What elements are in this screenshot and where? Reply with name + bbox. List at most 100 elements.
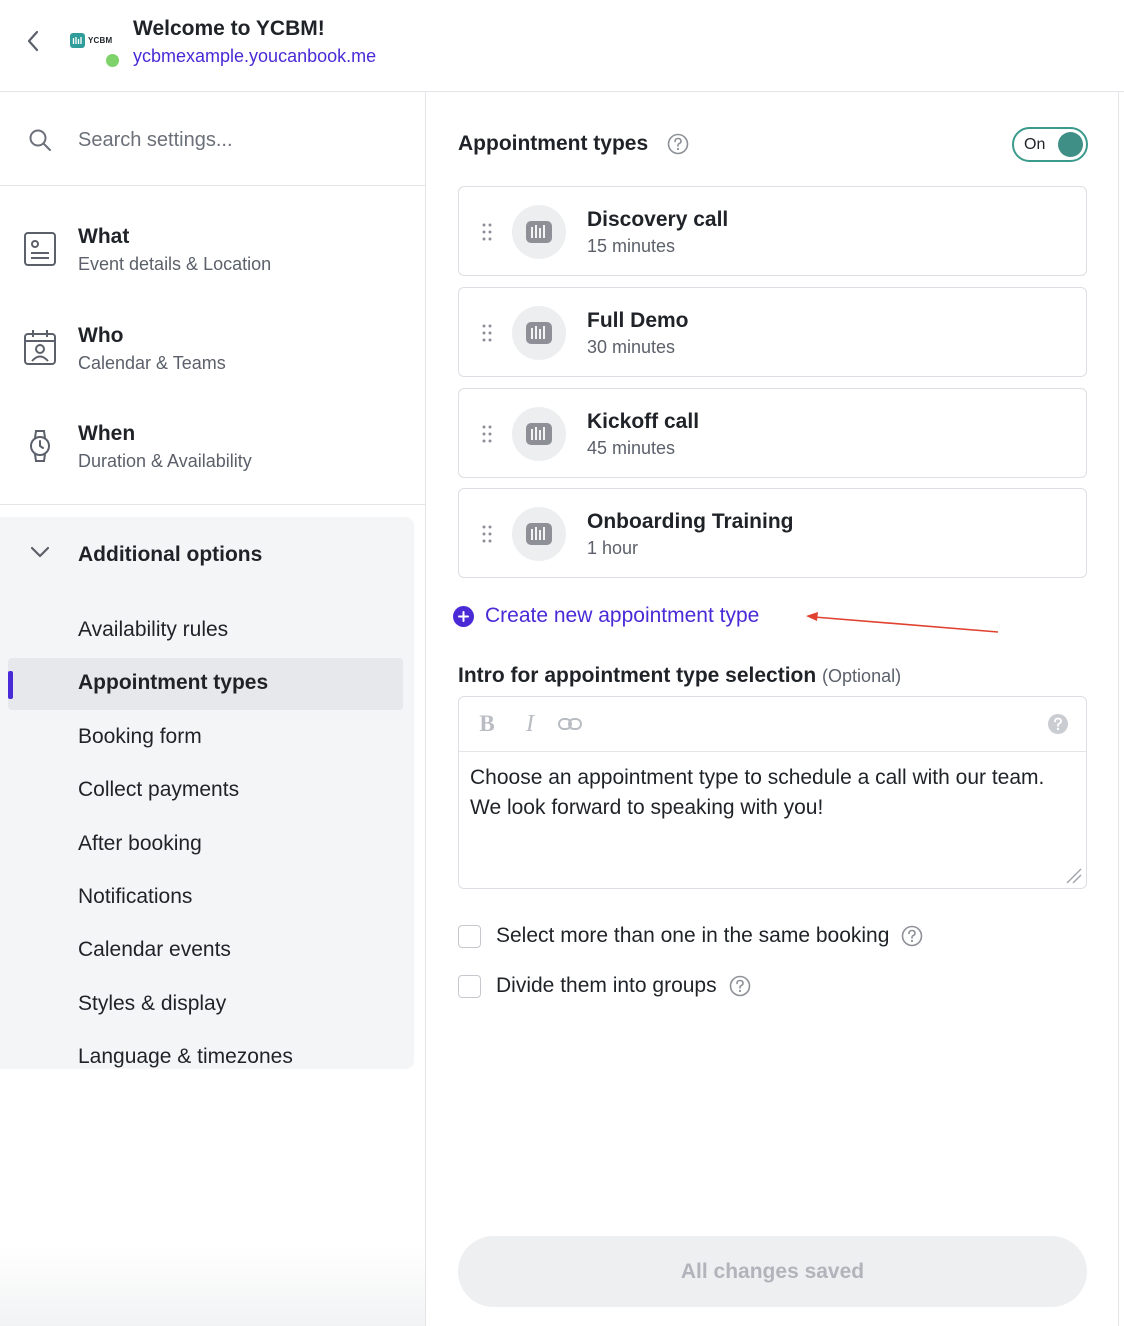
main-nav: What Event details & Location Who Calend…: [0, 187, 425, 505]
sidebar-item-language-timezones[interactable]: Language & timezones: [8, 1032, 403, 1084]
sidebar-item-styles-display[interactable]: Styles & display: [8, 979, 403, 1031]
appointment-types-settings: Appointment types On Discovery call 15 m…: [427, 92, 1124, 1326]
multi-select-label: Select more than one in the same booking: [496, 924, 890, 947]
nav-subtitle: Duration & Availability: [78, 451, 252, 471]
intro-text-area[interactable]: Choose an appointment type to schedule a…: [470, 763, 1070, 823]
search-bar: [0, 92, 425, 186]
help-icon[interactable]: [667, 133, 689, 155]
active-indicator: [8, 671, 13, 699]
ycbm-logo-icon: [526, 221, 552, 243]
logo-text: YCBM: [88, 36, 113, 45]
watch-icon: [30, 430, 50, 462]
sidebar-item-label: Styles & display: [78, 992, 227, 1015]
sidebar-bottom-fade: [0, 1246, 425, 1326]
additional-options-panel: Additional options Availability rules Ap…: [0, 517, 414, 1069]
page-title: Welcome to YCBM!: [133, 17, 325, 40]
appointment-duration: 30 minutes: [587, 337, 676, 357]
sidebar-item-label: Appointment types: [78, 671, 269, 694]
section-title: Appointment types: [458, 132, 649, 155]
nav-subtitle: Event details & Location: [78, 254, 272, 274]
toggle-label: On: [1024, 136, 1046, 153]
drag-handle-icon[interactable]: [481, 222, 493, 242]
nav-subtitle: Calendar & Teams: [78, 353, 226, 373]
intro-label-text: Intro for appointment type selection: [458, 664, 817, 687]
nav-item-what[interactable]: What Event details & Location: [0, 207, 425, 297]
sidebar-item-label: After booking: [78, 832, 202, 855]
appointment-avatar: [512, 205, 566, 259]
ycbm-logo-icon: [526, 523, 552, 545]
booking-page-link[interactable]: ycbmexample.youcanbook.me: [133, 46, 376, 67]
sidebar-item-calendar-events[interactable]: Calendar events: [8, 925, 403, 977]
multi-select-option[interactable]: Select more than one in the same booking: [458, 922, 923, 950]
link-icon: [558, 718, 582, 730]
drag-handle-icon[interactable]: [481, 424, 493, 444]
intro-label: Intro for appointment type selection (Op…: [458, 664, 901, 688]
italic-button[interactable]: I: [517, 711, 543, 737]
link-button[interactable]: [557, 711, 583, 737]
toggle-knob: [1058, 132, 1083, 157]
appointment-duration: 45 minutes: [587, 438, 676, 458]
create-link-label: Create new appointment type: [485, 604, 760, 627]
nav-title: When: [78, 422, 136, 445]
editor-help-button[interactable]: [1045, 711, 1071, 737]
multi-select-checkbox[interactable]: [458, 924, 481, 948]
ycbm-logo: YCBM: [70, 33, 112, 48]
appointment-duration: 1 hour: [587, 538, 639, 558]
optional-tag: (Optional): [822, 666, 902, 686]
nav-item-when[interactable]: When Duration & Availability: [0, 404, 425, 494]
form-icon: [24, 232, 56, 266]
nav-item-who[interactable]: Who Calendar & Teams: [0, 306, 425, 396]
calendar-person-icon: [24, 330, 56, 365]
sidebar-item-collect-payments[interactable]: Collect payments: [8, 765, 403, 817]
sidebar-item-booking-form[interactable]: Booking form: [8, 712, 403, 764]
search-icon: [29, 129, 51, 151]
divide-groups-checkbox[interactable]: [458, 974, 481, 998]
annotation-arrow-icon: [806, 612, 999, 633]
sidebar-item-appointment-types[interactable]: Appointment types: [8, 658, 403, 710]
logo-mark-icon: [70, 33, 85, 48]
plus-circle-icon: [453, 605, 474, 627]
appointment-avatar: [512, 507, 566, 561]
sidebar-item-label: Calendar events: [78, 938, 231, 961]
sidebar-item-after-booking[interactable]: After booking: [8, 819, 403, 871]
ycbm-logo-icon: [526, 423, 552, 445]
appointment-type-card[interactable]: Onboarding Training 1 hour: [458, 488, 1087, 578]
chevron-down-icon: [30, 546, 50, 558]
sidebar-item-availability-rules[interactable]: Availability rules: [8, 605, 403, 657]
right-panel-edge: [1118, 92, 1124, 1326]
save-status-button[interactable]: All changes saved: [458, 1236, 1087, 1307]
help-icon[interactable]: [729, 975, 751, 997]
resize-grip-icon[interactable]: [1064, 866, 1082, 884]
appointment-duration: 15 minutes: [587, 236, 676, 256]
help-icon: [1048, 714, 1068, 734]
sidebar-item-label: Language & timezones: [78, 1045, 293, 1068]
appointment-types-toggle[interactable]: On: [1012, 127, 1088, 162]
appointment-name: Onboarding Training: [587, 510, 794, 533]
drag-handle-icon[interactable]: [481, 524, 493, 544]
chevron-left-icon: [27, 30, 39, 52]
appointment-type-card[interactable]: Discovery call 15 minutes: [458, 186, 1087, 276]
create-appointment-type-button[interactable]: Create new appointment type: [453, 602, 759, 630]
additional-options-toggle[interactable]: Additional options: [0, 533, 414, 577]
appointment-type-card[interactable]: Kickoff call 45 minutes: [458, 388, 1087, 478]
sidebar-item-label: Availability rules: [78, 618, 229, 641]
drag-handle-icon[interactable]: [481, 323, 493, 343]
sidebar-item-notifications[interactable]: Notifications: [8, 872, 403, 924]
help-icon[interactable]: [901, 925, 923, 947]
editor-toolbar: B I: [459, 697, 1086, 752]
ycbm-logo-icon: [526, 322, 552, 344]
bold-button[interactable]: B: [474, 711, 500, 737]
divide-groups-option[interactable]: Divide them into groups: [458, 972, 751, 1000]
intro-editor: B I Choose an appointment type to schedu…: [458, 696, 1087, 889]
settings-sidebar: What Event details & Location Who Calend…: [0, 92, 426, 1326]
back-button[interactable]: [18, 26, 48, 56]
appointment-name: Kickoff call: [587, 410, 700, 433]
sidebar-item-label: Collect payments: [78, 778, 240, 801]
appointment-name: Full Demo: [587, 309, 689, 332]
appointment-avatar: [512, 306, 566, 360]
search-input[interactable]: [78, 122, 398, 158]
appointment-name: Discovery call: [587, 208, 729, 231]
appointment-type-card[interactable]: Full Demo 30 minutes: [458, 287, 1087, 377]
status-indicator: [104, 52, 121, 69]
divide-groups-label: Divide them into groups: [496, 974, 717, 997]
